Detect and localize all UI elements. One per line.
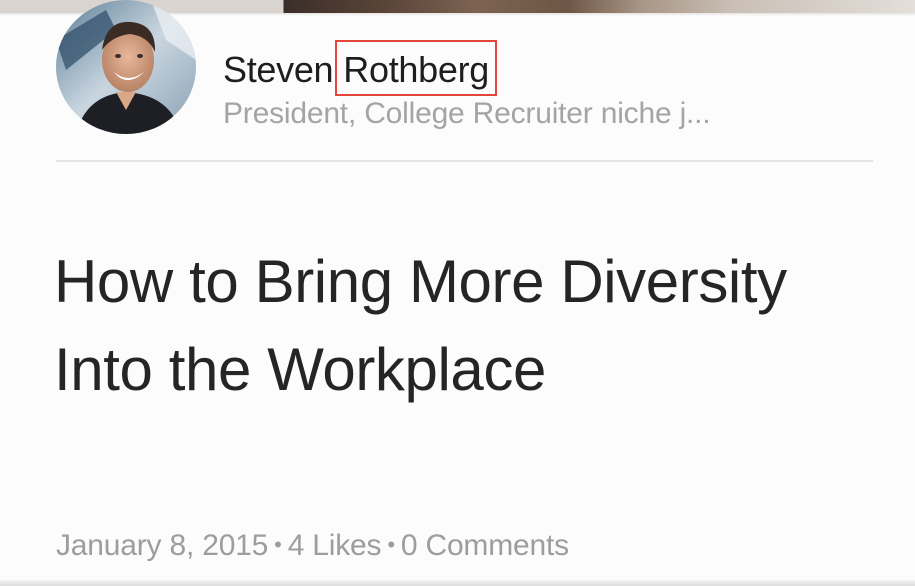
author-headline: President, College Recruiter niche j...	[223, 97, 711, 130]
author-first-name: Steven	[223, 48, 334, 90]
bottom-edge	[0, 580, 915, 586]
comments-count[interactable]: 0 Comments	[401, 529, 569, 562]
author-name[interactable]: Steven Rothberg	[223, 40, 497, 100]
article-title: How to Bring More Diversity Into the Wor…	[54, 248, 787, 403]
meta-separator: •	[387, 532, 395, 557]
meta-separator: •	[274, 532, 282, 557]
header-divider	[56, 160, 873, 162]
author-last-name-highlighted: Rothberg	[335, 40, 497, 96]
profile-photo-icon	[56, 0, 196, 134]
likes-count[interactable]: 4 Likes	[288, 529, 382, 562]
author-avatar[interactable]	[56, 0, 196, 134]
publish-date: January 8, 2015	[56, 529, 269, 562]
article-meta: January 8, 2015 • 4 Likes • 0 Comments	[56, 526, 569, 568]
article-page: Steven Rothberg President, College Recrui…	[0, 0, 915, 586]
